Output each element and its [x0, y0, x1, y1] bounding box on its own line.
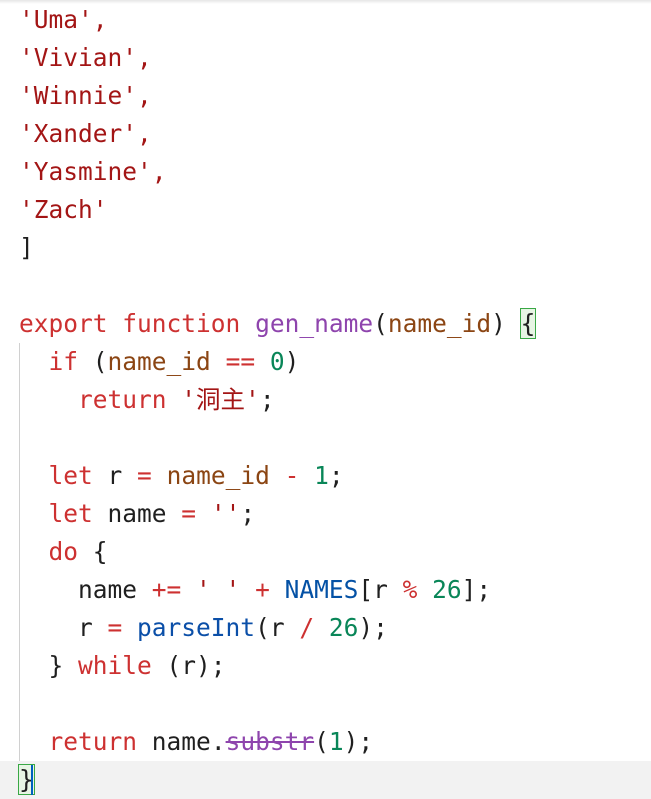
operator-eq: == — [210, 347, 270, 376]
paren-close: ); — [358, 613, 388, 642]
operator-plus: + — [240, 575, 285, 604]
code-line-13[interactable]: let r = name_id - 1; — [19, 457, 344, 495]
bracket-close: ]; — [461, 575, 492, 604]
code-line-14[interactable]: let name = ''; — [19, 495, 256, 533]
bracket-open: [ — [358, 575, 374, 604]
keyword-return: return — [78, 385, 167, 414]
semicolon: ; — [328, 461, 344, 490]
number-literal: 1 — [314, 461, 329, 490]
keyword-let: let — [48, 499, 93, 528]
paren-close: ); — [343, 727, 374, 756]
keyword-while: while — [78, 651, 152, 680]
open-brace: { — [78, 537, 108, 566]
code-editor[interactable]: 'Uma', 'Vivian', 'Winnie', 'Xander', 'Ya… — [0, 0, 651, 799]
code-line-10[interactable]: if (name_id == 0) — [19, 343, 300, 381]
paren-open: ( — [255, 613, 270, 642]
number-literal: 0 — [269, 347, 285, 376]
number-literal: 1 — [328, 727, 344, 756]
paren-close: ) — [491, 309, 506, 338]
operator-plus-assign: += — [137, 575, 197, 604]
code-line-2[interactable]: 'Vivian', — [19, 39, 152, 77]
semicolon: ; — [240, 499, 256, 528]
matched-open-brace: { — [519, 308, 537, 339]
operator-assign: = — [92, 613, 138, 642]
operator-minus: - — [269, 461, 315, 490]
operator-mod: % — [387, 575, 433, 604]
string-literal: '' — [210, 499, 241, 528]
code-line-20[interactable]: return name.substr(1); — [19, 723, 374, 761]
semicolon: ; — [259, 385, 275, 414]
keyword-function: function — [122, 309, 241, 338]
var-name: name — [92, 499, 182, 528]
dot: . — [210, 727, 226, 756]
code-line-16[interactable]: name += ' ' + NAMES[r % 26]; — [19, 571, 491, 609]
paren-open: ( — [373, 309, 388, 338]
code-line-9[interactable]: export function gen_name(name_id) { — [19, 305, 537, 343]
deprecated-method-substr: substr — [225, 727, 315, 756]
paren-open: ( — [314, 727, 329, 756]
const-names: NAMES — [284, 575, 359, 604]
string-literal: '洞主' — [181, 385, 260, 414]
keyword-do: do — [48, 537, 79, 566]
keyword-export: export — [19, 309, 108, 338]
number-literal: 26 — [328, 613, 359, 642]
number-literal: 26 — [432, 575, 462, 604]
code-line-11[interactable]: return '洞主'; — [19, 381, 275, 419]
var-r: r — [78, 613, 93, 642]
operator-assign: = — [181, 499, 197, 528]
function-parseint: parseInt — [137, 613, 256, 642]
keyword-let: let — [48, 461, 93, 490]
var-r: r — [269, 613, 285, 642]
var-r: r — [92, 461, 138, 490]
var-name: name — [78, 575, 138, 604]
keyword-return: return — [48, 727, 138, 756]
code-line-5[interactable]: 'Yasmine', — [19, 153, 167, 191]
paren-open: ( — [78, 347, 108, 376]
current-line-highlight — [0, 761, 651, 799]
while-condition: (r); — [151, 651, 226, 680]
var-r: r — [373, 575, 388, 604]
paren-close: ) — [284, 347, 300, 376]
code-line-4[interactable]: 'Xander', — [19, 115, 152, 153]
var-name-id: name_id — [166, 461, 270, 490]
var-name: name — [151, 727, 211, 756]
code-line-7[interactable]: ] — [19, 229, 34, 267]
code-line-3[interactable]: 'Winnie', — [19, 77, 152, 115]
string-literal: ' ' — [196, 575, 241, 604]
keyword-if: if — [48, 347, 79, 376]
code-line-6[interactable]: 'Zach' — [19, 191, 108, 229]
code-line-17[interactable]: r = parseInt(r / 26); — [19, 609, 388, 647]
var-name-id: name_id — [107, 347, 211, 376]
function-name: gen_name — [255, 309, 374, 338]
close-brace: } — [48, 651, 79, 680]
code-line-15[interactable]: do { — [19, 533, 108, 571]
param-name-id: name_id — [387, 309, 492, 338]
operator-assign: = — [137, 461, 152, 490]
code-line-18[interactable]: } while (r); — [19, 647, 226, 685]
text-cursor — [31, 765, 33, 795]
code-line-1[interactable]: 'Uma', — [19, 1, 108, 39]
operator-div: / — [284, 613, 329, 642]
